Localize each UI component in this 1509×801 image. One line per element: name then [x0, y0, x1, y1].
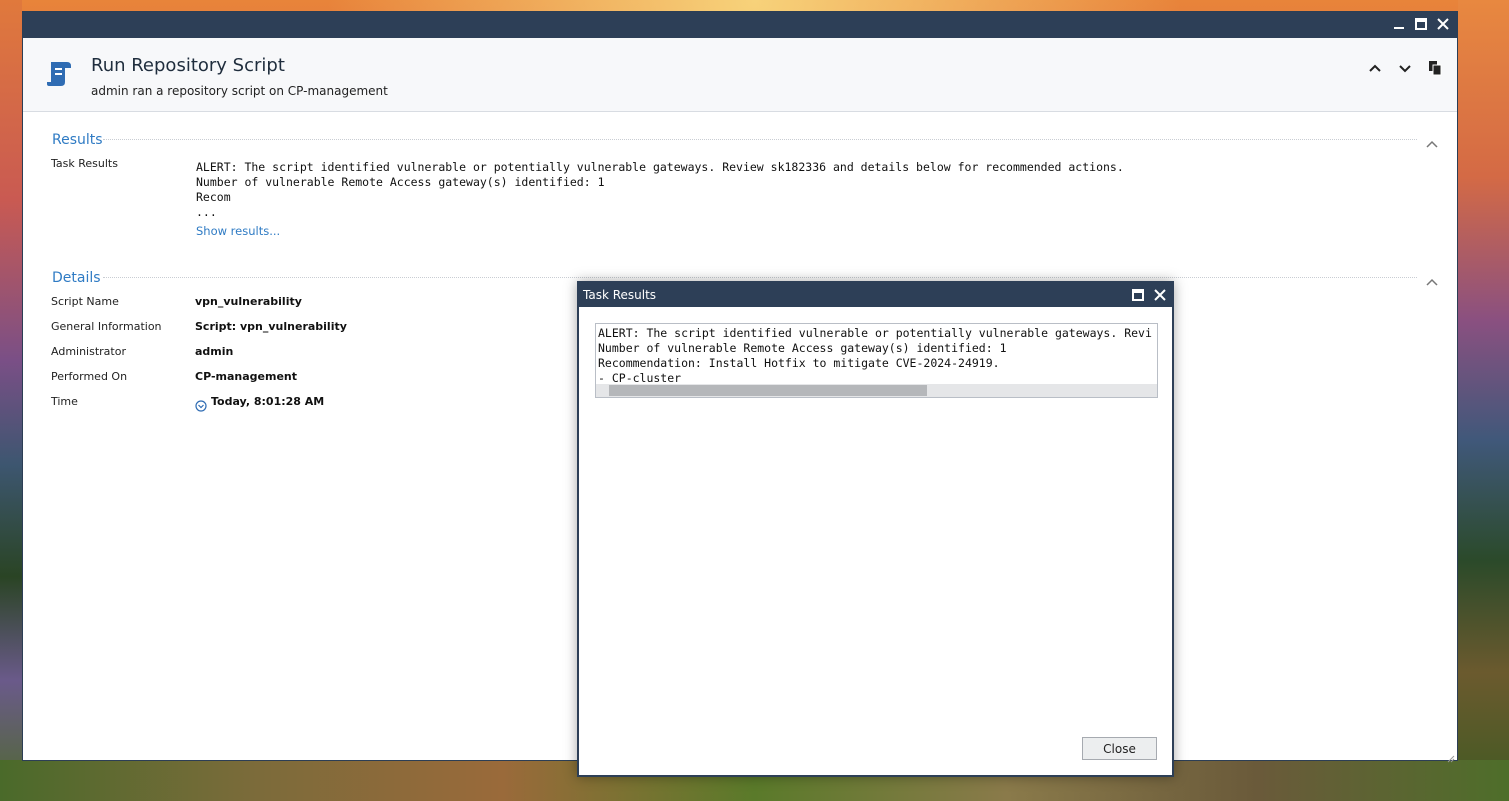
chevron-up-icon[interactable]	[1367, 60, 1383, 76]
dialog-line-1: ALERT: The script identified vulnerable …	[598, 326, 1152, 340]
dialog-maximize-icon[interactable]	[1130, 287, 1146, 303]
resize-grip-icon[interactable]	[1445, 748, 1455, 763]
detail-value-performed-on: CP-management	[195, 370, 297, 383]
dialog-close-icon[interactable]	[1152, 287, 1168, 303]
horizontal-scrollbar[interactable]	[596, 384, 1157, 397]
chevron-down-icon[interactable]	[1397, 60, 1413, 76]
task-results-line-3: Recom	[196, 190, 231, 204]
desktop-background-left	[0, 0, 22, 801]
details-section-title: Details	[52, 270, 101, 286]
dialog-titlebar[interactable]: Task Results	[579, 283, 1172, 307]
detail-value-general-info: Script: vpn_vulnerability	[195, 320, 347, 333]
dialog-title: Task Results	[583, 288, 657, 302]
close-icon[interactable]	[1435, 16, 1451, 32]
task-results-line-1: ALERT: The script identified vulnerable …	[196, 160, 1124, 174]
show-results-link[interactable]: Show results...	[196, 224, 280, 238]
task-results-line-2: Number of vulnerable Remote Access gatew…	[196, 175, 605, 189]
minimize-icon[interactable]	[1391, 16, 1407, 32]
close-button[interactable]: Close	[1082, 737, 1157, 760]
detail-value-time: Today, 8:01:28 AM	[211, 395, 325, 408]
task-results-dialog: Task Results ALERT: The script identifie…	[577, 281, 1174, 777]
details-section-divider	[103, 277, 1417, 278]
detail-label-script-name: Script Name	[51, 295, 119, 308]
detail-label-administrator: Administrator	[51, 345, 126, 358]
task-results-label: Task Results	[51, 157, 118, 170]
page-title: Run Repository Script	[91, 55, 285, 76]
results-section-divider	[103, 139, 1417, 140]
details-collapse-icon[interactable]	[1425, 272, 1439, 286]
task-results-textbox[interactable]: ALERT: The script identified vulnerable …	[595, 323, 1158, 398]
detail-value-administrator: admin	[195, 345, 234, 358]
maximize-icon[interactable]	[1413, 16, 1429, 32]
detail-label-performed-on: Performed On	[51, 370, 128, 383]
detail-label-general-info: General Information	[51, 320, 162, 333]
dialog-line-2: Number of vulnerable Remote Access gatew…	[598, 341, 1007, 355]
detail-value-script-name: vpn_vulnerability	[195, 295, 302, 308]
main-titlebar[interactable]	[23, 12, 1457, 38]
script-icon	[45, 58, 73, 88]
task-results-line-4: ...	[196, 205, 217, 219]
copy-icon[interactable]	[1427, 60, 1443, 76]
dialog-line-3: Recommendation: Install Hotfix to mitiga…	[598, 356, 1000, 370]
results-section-title: Results	[52, 132, 103, 148]
detail-label-time: Time	[51, 395, 78, 408]
page-subtitle: admin ran a repository script on CP-mana…	[91, 84, 388, 98]
results-collapse-icon[interactable]	[1425, 134, 1439, 148]
window-header: Run Repository Script admin ran a reposi…	[23, 38, 1457, 112]
dialog-line-4: - CP-cluster	[598, 371, 682, 385]
scrollbar-thumb[interactable]	[609, 385, 927, 396]
desktop-background-right	[1458, 0, 1509, 801]
clock-icon	[195, 397, 207, 412]
